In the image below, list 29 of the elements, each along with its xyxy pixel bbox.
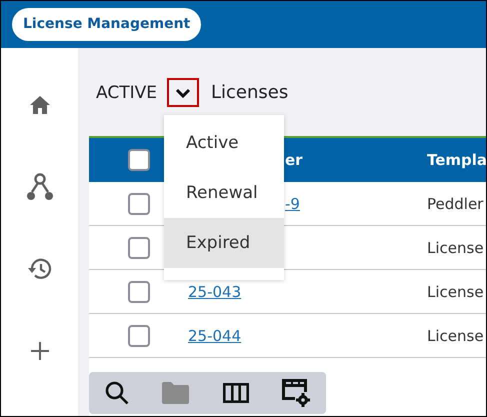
table-cell: License	[427, 326, 484, 344]
row-checkbox[interactable]	[128, 280, 150, 302]
search-icon[interactable]	[105, 381, 130, 405]
history-icon[interactable]	[28, 258, 52, 280]
select-all-checkbox[interactable]	[128, 149, 150, 171]
column-header: Templa	[427, 151, 486, 169]
menu-item[interactable]: Expired	[164, 218, 284, 268]
dropdown-button[interactable]	[166, 78, 199, 107]
license-number-link[interactable]: 25-044	[188, 326, 242, 344]
table-cell: License	[427, 238, 484, 256]
table-cell: Peddler	[427, 194, 484, 212]
page-title: Licenses	[210, 82, 288, 103]
home-icon[interactable]	[30, 96, 50, 114]
add-icon[interactable]	[30, 342, 48, 360]
row-checkbox[interactable]	[128, 192, 150, 214]
menu-item[interactable]: Renewal	[164, 168, 284, 218]
license-number-link[interactable]: -9	[285, 194, 300, 212]
menu-item[interactable]: Active	[164, 118, 284, 168]
license-number-link[interactable]: 25-043	[188, 282, 242, 300]
chevron-down-icon	[174, 88, 191, 98]
columns-icon[interactable]	[222, 383, 249, 403]
status-filter-label: ACTIVE	[96, 82, 157, 102]
table-cell: License	[427, 282, 484, 300]
app-title: License Management	[12, 8, 202, 41]
row-checkbox[interactable]	[128, 236, 150, 258]
nodes-icon[interactable]	[24, 172, 54, 202]
row-checkbox[interactable]	[128, 324, 150, 346]
table-settings-icon[interactable]	[282, 379, 310, 407]
column-header: er	[285, 151, 303, 169]
